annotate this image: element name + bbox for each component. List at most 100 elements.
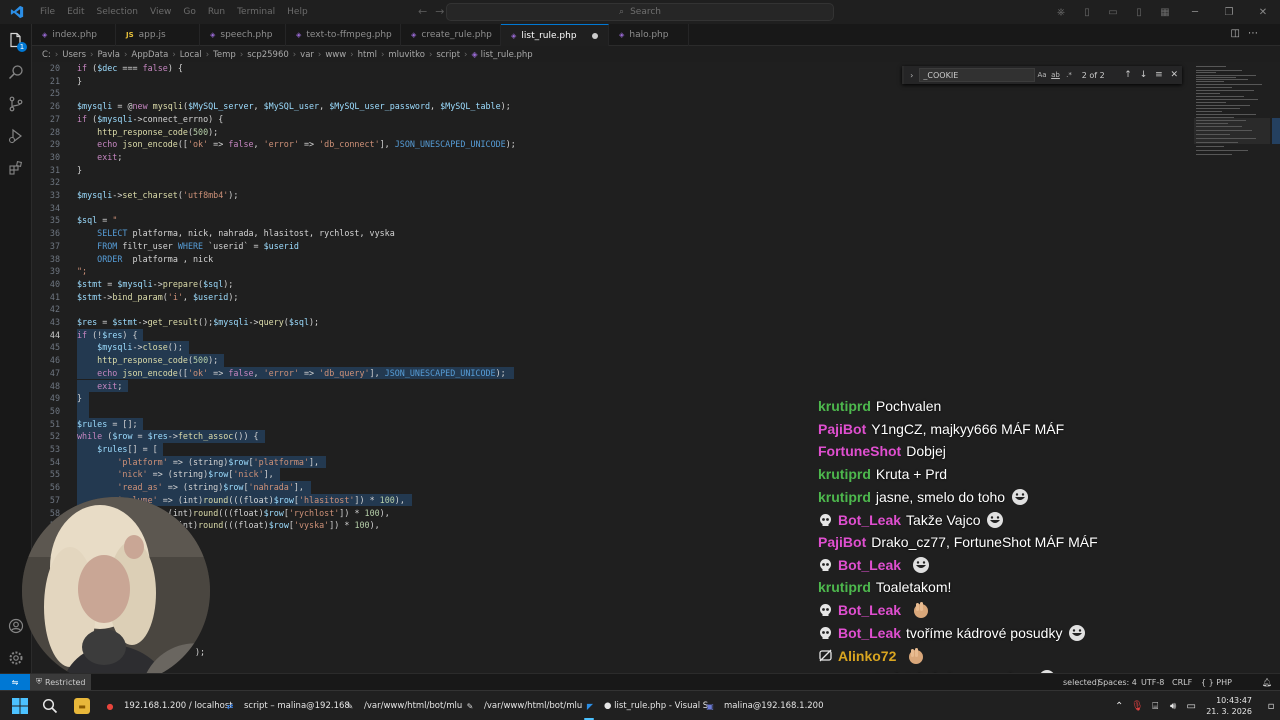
tab-text-to-ffmpeg-php[interactable]: ◈ text-to-ffmpeg.php <box>286 24 401 46</box>
windows-start-icon[interactable] <box>12 698 28 714</box>
menu-help[interactable]: Help <box>281 7 314 17</box>
toggle-panel-icon[interactable]: ▭ <box>1100 7 1126 18</box>
code-line[interactable]: 48 exit; <box>32 379 1192 393</box>
code-line[interactable]: 41 $stmt->bind_param('i', $userid); <box>32 291 1192 304</box>
restricted-mode-indicator[interactable]: ⛨ Restricted <box>30 674 92 690</box>
taskbar-app-button[interactable]: ▣ malina@192.168.1.200 <box>698 694 823 718</box>
tab-app-js[interactable]: JS app.js <box>116 24 200 46</box>
menu-run[interactable]: Run <box>202 7 231 17</box>
menu-selection[interactable]: Selection <box>91 7 144 17</box>
use-regex-button[interactable]: .* <box>1062 71 1076 79</box>
menu-go[interactable]: Go <box>177 7 201 17</box>
match-case-button[interactable]: Aa <box>1035 71 1049 79</box>
code-line[interactable]: 44 if (!$res) { <box>32 328 1192 342</box>
code-line[interactable]: 34 <box>32 202 1192 215</box>
notification-center-icon[interactable]: ▫ <box>1262 701 1280 712</box>
eol-status[interactable]: CRLF <box>1172 674 1192 690</box>
taskbar-app-button[interactable]: ✎ /var/www/html/bot/mlu <box>338 694 463 718</box>
notifications-bell-icon[interactable]: 🔔︎ <box>1262 674 1272 690</box>
code-line[interactable]: 43 $res = $stmt->get_result();$mysqli->qu… <box>32 316 1192 329</box>
taskbar-app-button[interactable]: ◤ ● list_rule.php - Visual S <box>578 694 708 720</box>
code-line[interactable]: 38 ORDER platforma , nick <box>32 253 1192 266</box>
menu-terminal[interactable]: Terminal <box>231 7 281 17</box>
find-input[interactable] <box>919 68 1036 82</box>
code-line[interactable]: 47 echo json_encode(['ok' => false, 'err… <box>32 366 1192 380</box>
customize-layout-icon[interactable]: ▦ <box>1152 7 1178 18</box>
taskbar-search-icon[interactable] <box>42 698 58 714</box>
close-find-icon[interactable]: ✕ <box>1167 70 1182 80</box>
tab-halo-php[interactable]: ◈ halo.php <box>609 24 689 46</box>
code-line[interactable]: 25 <box>32 87 1192 100</box>
toggle-secondary-sidebar-icon[interactable]: ▯ <box>1126 7 1152 18</box>
language-status[interactable]: { } PHP <box>1201 674 1232 690</box>
show-hidden-icons-chevron-icon[interactable]: ⌃ <box>1110 701 1128 712</box>
run-debug-icon[interactable] <box>0 122 32 150</box>
explorer-icon[interactable]: 1 <box>0 26 32 54</box>
clock[interactable]: 10:43:47 21. 3. 2026 <box>1200 695 1262 717</box>
copilot-icon[interactable]: ⎈ <box>1048 7 1074 18</box>
close-window-button[interactable]: ✕ <box>1246 7 1280 18</box>
breadcrumb-item[interactable]: Users <box>62 50 86 60</box>
code-line[interactable]: 27 if ($mysqli->connect_errno) { <box>32 113 1192 126</box>
code-line[interactable]: 39 "; <box>32 265 1192 278</box>
search-icon[interactable] <box>0 58 32 86</box>
match-whole-word-button[interactable]: ab <box>1049 71 1063 79</box>
minimize-button[interactable]: ─ <box>1178 7 1212 18</box>
breadcrumb-item[interactable]: www <box>325 50 346 60</box>
code-line[interactable]: 35 $sql = " <box>32 214 1192 227</box>
selection-status[interactable]: selected) <box>1063 674 1100 690</box>
tab-speech-php[interactable]: ◈ speech.php <box>200 24 286 46</box>
code-line[interactable]: 28 http_response_code(500); <box>32 126 1192 139</box>
more-actions-icon[interactable]: ⋯ <box>1248 28 1266 39</box>
breadcrumb-item[interactable]: C: <box>42 50 51 60</box>
code-line[interactable]: 40 $stmt = $mysqli->prepare($sql); <box>32 278 1192 291</box>
taskbar-app-button[interactable]: ⇄ script – malina@192.168 <box>218 694 350 718</box>
breadcrumb-item[interactable]: script <box>436 50 460 60</box>
tab-list-rule-php[interactable]: ◈ list_rule.php <box>501 24 609 46</box>
tab-index-php[interactable]: ◈ index.php <box>32 24 116 46</box>
battery-icon[interactable]: ▭ <box>1182 701 1200 712</box>
find-in-selection-icon[interactable]: ≡ <box>1151 70 1166 80</box>
command-center-search[interactable]: ⌕ Search <box>446 3 834 21</box>
manage-gear-icon[interactable] <box>0 644 32 672</box>
minimap-slider[interactable] <box>1194 118 1270 144</box>
breadcrumb-item[interactable]: Pavla <box>97 50 120 60</box>
taskbar-app-button[interactable]: ● 192.168.1.200 / localhost <box>98 694 233 718</box>
code-line[interactable]: 32 <box>32 176 1192 189</box>
code-line[interactable]: 42 <box>32 303 1192 316</box>
code-line[interactable]: 45 $mysqli->close(); <box>32 341 1192 355</box>
breadcrumb-item[interactable]: AppData <box>131 50 168 60</box>
breadcrumb-item[interactable]: html <box>358 50 377 60</box>
split-editor-icon[interactable]: ◫ <box>1231 28 1248 39</box>
breadcrumb-item[interactable]: scp25960 <box>247 50 289 60</box>
breadcrumb-item[interactable]: Temp <box>213 50 236 60</box>
toggle-replace-chevron-icon[interactable]: › <box>904 71 919 80</box>
volume-icon[interactable]: 🔊︎ <box>1164 701 1182 712</box>
restore-button[interactable]: ❐ <box>1212 7 1246 18</box>
taskbar-app-button[interactable]: ✎ /var/www/html/bot/mlu <box>458 694 583 718</box>
menu-view[interactable]: View <box>144 7 177 17</box>
scrollbar-thumb[interactable] <box>1272 118 1280 144</box>
breadcrumb-item[interactable]: Local <box>180 50 202 60</box>
code-line[interactable]: 26 $mysqli = @new mysqli($MySQL_server, $… <box>32 100 1192 113</box>
code-line[interactable]: 29 echo json_encode(['ok' => false, 'err… <box>32 138 1192 151</box>
breadcrumb-item[interactable]: mluvitko <box>388 50 425 60</box>
toggle-sidebar-icon[interactable]: ▯ <box>1074 7 1100 18</box>
microphone-icon[interactable]: 🎙︎ <box>1128 701 1146 712</box>
code-line[interactable]: 37 FROM filtr_user WHERE `userid` = $use… <box>32 240 1192 253</box>
code-line[interactable]: 30 exit; <box>32 151 1192 164</box>
indentation-status[interactable]: Spaces: 4 <box>1098 674 1137 690</box>
code-line[interactable]: 31} <box>32 164 1192 177</box>
unsaved-dot-icon[interactable] <box>591 32 598 39</box>
remote-indicator-icon[interactable]: ⇋ <box>0 674 30 690</box>
extensions-icon[interactable] <box>0 154 32 182</box>
menu-file[interactable]: File <box>34 7 61 17</box>
previous-match-arrow-up-icon[interactable]: ↑ <box>1120 70 1135 80</box>
tab-create-rule-php[interactable]: ◈ create_rule.php <box>401 24 501 46</box>
code-line[interactable]: 36 SELECT platforma, nick, nahrada, hlas… <box>32 227 1192 240</box>
encoding-status[interactable]: UTF-8 <box>1141 674 1164 690</box>
code-line[interactable]: 33 $mysqli->set_charset('utf8mb4'); <box>32 189 1192 202</box>
breadcrumb-item[interactable]: var <box>300 50 314 60</box>
file-explorer-task[interactable]: ▬ <box>70 694 90 718</box>
network-icon[interactable]: ⌸ <box>1146 701 1164 712</box>
